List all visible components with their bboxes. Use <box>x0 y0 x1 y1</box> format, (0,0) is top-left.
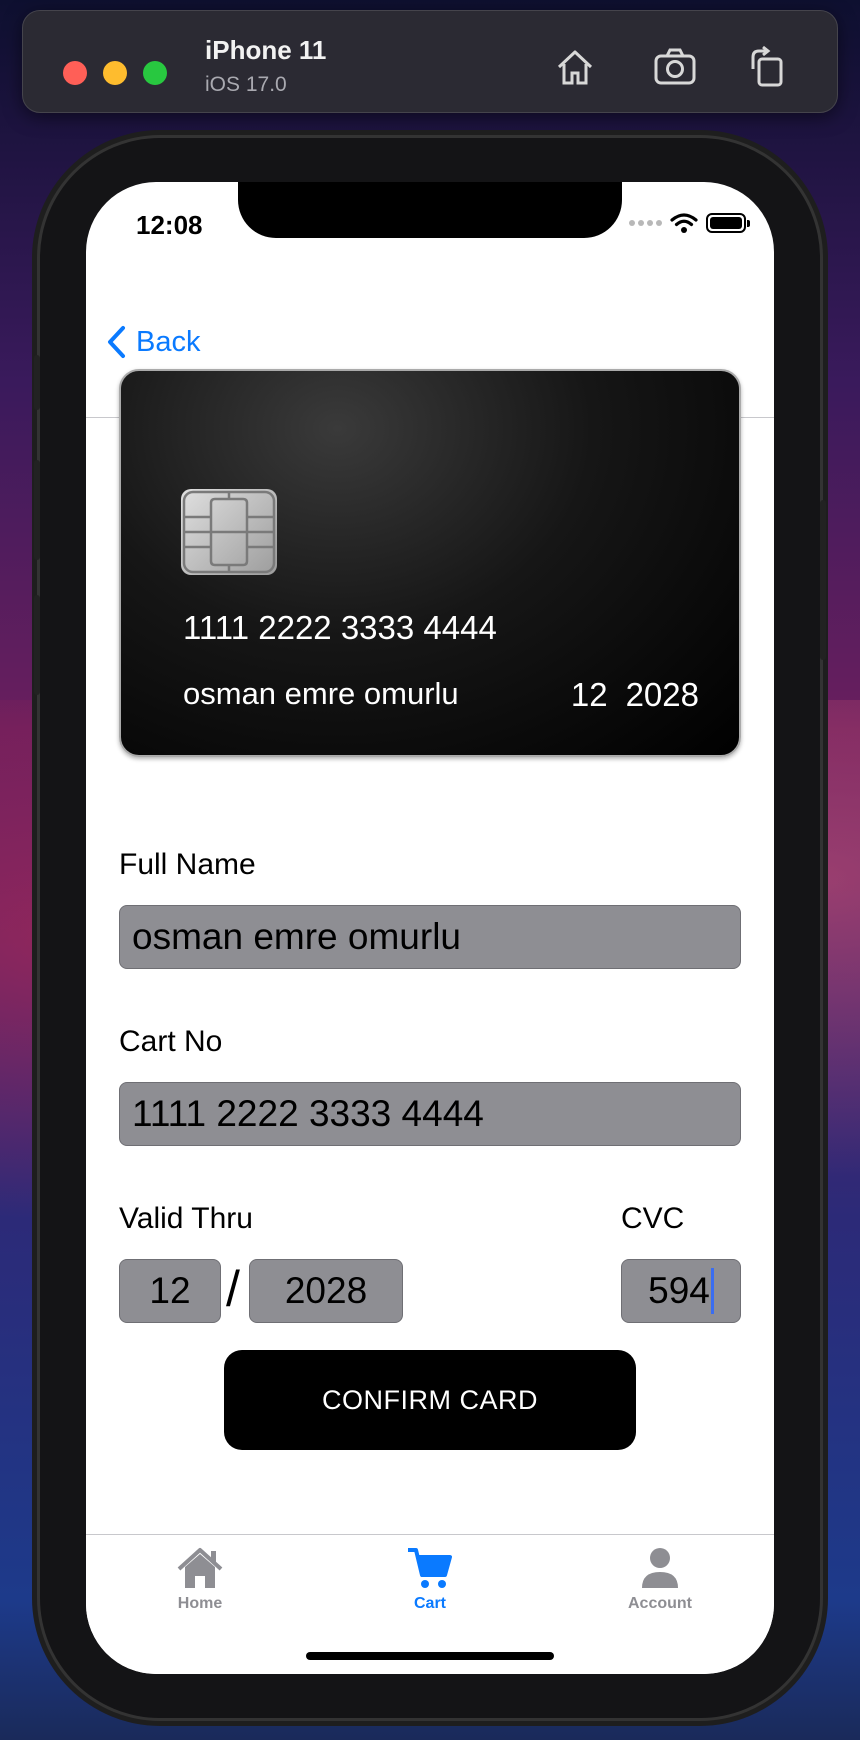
home-icon[interactable] <box>553 45 597 89</box>
text-cursor <box>710 1268 714 1314</box>
card-number-value: 1111 2222 3333 4444 <box>132 1093 484 1134</box>
cvc-label: CVC <box>621 1202 685 1235</box>
expiry-separator: / <box>226 1261 240 1317</box>
card-expiry-year: 2028 <box>625 676 699 713</box>
volume-down-button <box>34 595 40 695</box>
cvc-field[interactable]: 594 <box>621 1259 741 1323</box>
expiry-month-value: 12 <box>149 1270 191 1311</box>
home-indicator[interactable] <box>306 1652 554 1660</box>
zoom-window-button[interactable] <box>143 61 167 85</box>
notch <box>238 182 622 238</box>
card-number-preview: 1111 2222 3333 4444 <box>183 609 497 646</box>
card-holder-preview: osman emre omurlu <box>183 676 459 711</box>
card-number-field[interactable]: 1111 2222 3333 4444 <box>119 1082 741 1146</box>
back-label: Back <box>136 325 201 358</box>
card-expiry-preview: 12 2028 <box>571 676 699 714</box>
volume-up-button <box>34 460 40 560</box>
card-no-label: Cart No <box>119 1025 223 1058</box>
tab-cart-label: Cart <box>413 1595 446 1612</box>
person-icon <box>642 1548 678 1588</box>
simulator-title-bar: iPhone 11 iOS 17.0 <box>22 10 838 113</box>
tab-account[interactable]: Account <box>590 1545 730 1613</box>
valid-thru-label: Valid Thru <box>119 1202 253 1235</box>
cart-icon <box>408 1548 452 1588</box>
tab-home-label: Home <box>177 1595 223 1612</box>
credit-card-preview: 1111 2222 3333 4444 osman emre omurlu 12… <box>119 369 741 757</box>
minimize-window-button[interactable] <box>103 61 127 85</box>
tab-cart[interactable]: Cart <box>360 1545 500 1613</box>
full-name-field[interactable]: osman emre omurlu <box>119 905 741 969</box>
wifi-icon <box>670 213 698 233</box>
confirm-card-button[interactable]: CONFIRM CARD <box>224 1350 636 1450</box>
status-time: 12:08 <box>136 210 203 240</box>
close-window-button[interactable] <box>63 61 87 85</box>
full-name-label: Full Name <box>119 848 256 881</box>
simulator-device-name: iPhone 11 <box>205 35 327 65</box>
screenshot-icon[interactable] <box>653 45 697 89</box>
expiry-year-field[interactable]: 2028 <box>249 1259 403 1323</box>
rotate-icon[interactable] <box>745 45 789 89</box>
chevron-left-icon <box>108 326 125 358</box>
expiry-month-field[interactable]: 12 <box>119 1259 221 1323</box>
status-icons <box>629 212 750 234</box>
chip-icon <box>181 489 277 575</box>
cvc-value: 594 <box>648 1270 710 1311</box>
house-icon <box>177 1548 223 1588</box>
app-screen: 12:08 Back 1111 2222 3333 4444 osman emr… <box>86 182 774 1674</box>
tab-account-label: Account <box>628 1595 692 1612</box>
card-expiry-month: 12 <box>570 676 608 713</box>
full-name-value: osman emre omurlu <box>132 916 462 957</box>
expiry-year-value: 2028 <box>284 1270 368 1311</box>
cellular-signal-icon <box>629 220 662 226</box>
back-button[interactable]: Back <box>104 324 200 360</box>
tab-home[interactable]: Home <box>130 1545 270 1613</box>
battery-icon <box>706 213 750 233</box>
mute-switch <box>34 355 40 410</box>
simulator-os-version: iOS 17.0 <box>205 73 287 96</box>
power-button <box>820 500 826 660</box>
